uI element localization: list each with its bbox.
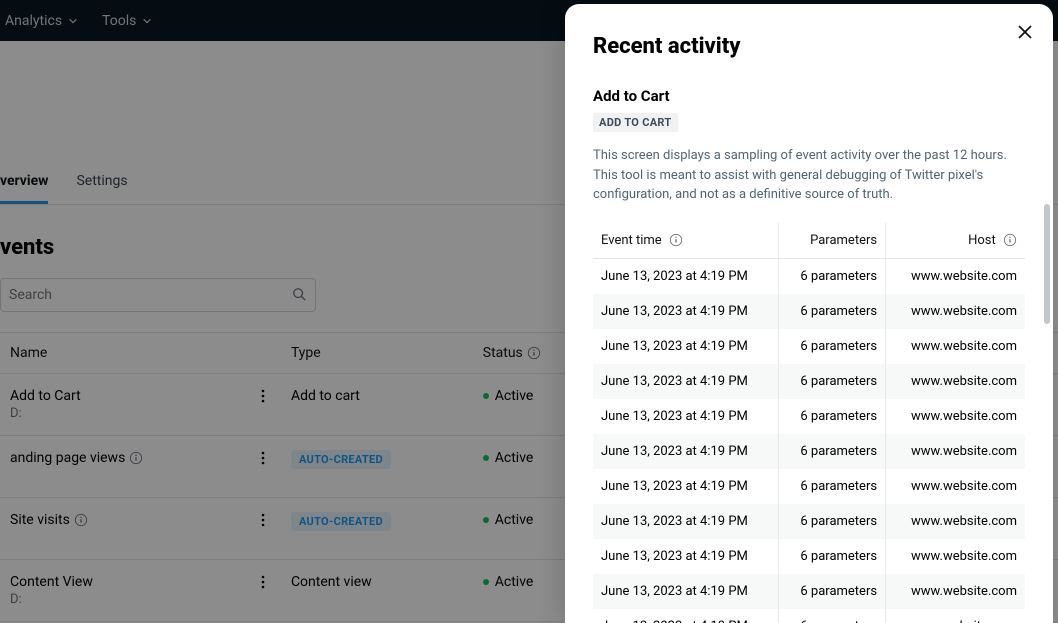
activity-row[interactable]: June 13, 2023 at 4:19 PM6 parameterswww.… bbox=[593, 574, 1025, 609]
activity-host: www.website.com bbox=[886, 258, 1025, 294]
activity-table: Event time Parameters Host June 13, 2023… bbox=[593, 223, 1025, 623]
activity-params: 6 parameters bbox=[779, 574, 886, 609]
activity-time: June 13, 2023 at 4:19 PM bbox=[593, 469, 779, 504]
activity-host: www.website.com bbox=[886, 434, 1025, 469]
activity-host: www.website.com bbox=[886, 574, 1025, 609]
activity-host: www.website.com bbox=[886, 399, 1025, 434]
activity-params: 6 parameters bbox=[779, 469, 886, 504]
close-icon[interactable] bbox=[1015, 22, 1035, 42]
activity-params: 6 parameters bbox=[779, 539, 886, 574]
activity-time: June 13, 2023 at 4:19 PM bbox=[593, 258, 779, 294]
activity-row[interactable]: June 13, 2023 at 4:19 PM6 parameterswww.… bbox=[593, 539, 1025, 574]
activity-params: 6 parameters bbox=[779, 294, 886, 329]
activity-time: June 13, 2023 at 4:19 PM bbox=[593, 329, 779, 364]
activity-params: 6 parameters bbox=[779, 329, 886, 364]
activity-params: 6 parameters bbox=[779, 399, 886, 434]
activity-time: June 13, 2023 at 4:19 PM bbox=[593, 574, 779, 609]
panel-title: Recent activity bbox=[593, 34, 1025, 59]
activity-time: June 13, 2023 at 4:19 PM bbox=[593, 399, 779, 434]
activity-host: www.website.com bbox=[886, 504, 1025, 539]
activity-time: June 13, 2023 at 4:19 PM bbox=[593, 364, 779, 399]
activity-row[interactable]: June 13, 2023 at 4:19 PM6 parameterswww.… bbox=[593, 364, 1025, 399]
activity-row[interactable]: June 13, 2023 at 4:19 PM6 parameterswww.… bbox=[593, 399, 1025, 434]
activity-host: www.website.com bbox=[886, 364, 1025, 399]
activity-time: June 13, 2023 at 4:19 PM bbox=[593, 504, 779, 539]
activity-time: June 13, 2023 at 4:19 PM bbox=[593, 294, 779, 329]
activity-host: www.website.com bbox=[886, 609, 1025, 623]
col-host: Host bbox=[886, 223, 1025, 259]
panel-description: This screen displays a sampling of event… bbox=[593, 146, 1025, 205]
col-event-time: Event time bbox=[593, 223, 779, 259]
activity-row[interactable]: June 13, 2023 at 4:19 PM6 parameterswww.… bbox=[593, 294, 1025, 329]
activity-host: www.website.com bbox=[886, 329, 1025, 364]
activity-params: 6 parameters bbox=[779, 258, 886, 294]
activity-params: 6 parameters bbox=[779, 609, 886, 623]
activity-row[interactable]: June 13, 2023 at 4:19 PM6 parameterswww.… bbox=[593, 504, 1025, 539]
activity-row[interactable]: June 13, 2023 at 4:19 PM6 parameterswww.… bbox=[593, 434, 1025, 469]
panel-event-code: ADD TO CART bbox=[593, 113, 678, 132]
activity-host: www.website.com bbox=[886, 539, 1025, 574]
activity-row[interactable]: June 13, 2023 at 4:19 PM6 parameterswww.… bbox=[593, 329, 1025, 364]
col-parameters: Parameters bbox=[779, 223, 886, 259]
info-icon bbox=[1003, 233, 1017, 247]
activity-host: www.website.com bbox=[886, 294, 1025, 329]
scrollbar-thumb[interactable] bbox=[1044, 204, 1050, 324]
activity-time: June 13, 2023 at 4:19 PM bbox=[593, 539, 779, 574]
activity-params: 6 parameters bbox=[779, 364, 886, 399]
activity-row[interactable]: June 13, 2023 at 4:19 PM6 parameterswww.… bbox=[593, 469, 1025, 504]
activity-row[interactable]: June 13, 2023 at 4:18 PM6 parameterswww.… bbox=[593, 609, 1025, 623]
panel-event-name: Add to Cart bbox=[593, 87, 1025, 105]
info-icon bbox=[669, 233, 683, 247]
recent-activity-panel: Recent activity Add to Cart ADD TO CART … bbox=[565, 4, 1053, 623]
activity-host: www.website.com bbox=[886, 469, 1025, 504]
activity-params: 6 parameters bbox=[779, 434, 886, 469]
activity-time: June 13, 2023 at 4:19 PM bbox=[593, 434, 779, 469]
activity-params: 6 parameters bbox=[779, 504, 886, 539]
activity-time: June 13, 2023 at 4:18 PM bbox=[593, 609, 779, 623]
activity-row[interactable]: June 13, 2023 at 4:19 PM6 parameterswww.… bbox=[593, 258, 1025, 294]
